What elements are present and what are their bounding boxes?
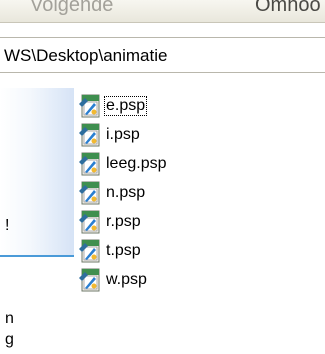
file-item[interactable]: leeg.psp [79,151,169,177]
task-pane-text-fragment: n [5,310,14,327]
file-item[interactable]: t.psp [79,238,169,264]
file-name: i.psp [106,126,140,143]
file-item[interactable]: e.psp [79,93,169,119]
psp-file-icon [79,239,100,263]
psp-file-icon [79,210,100,234]
forward-button[interactable]: Volgende [30,0,113,17]
task-pane-box [0,88,74,256]
file-item[interactable]: r.psp [79,209,169,235]
file-name: w.psp [106,271,147,288]
psp-file-icon [79,181,100,205]
file-item[interactable]: i.psp [79,122,169,148]
task-pane-text-fragment: ! [5,217,10,234]
file-name: t.psp [106,242,141,259]
psp-file-icon [79,268,100,292]
task-pane: ! n g [0,88,74,354]
file-name: e.psp [104,96,148,116]
file-name: n.psp [106,184,146,201]
task-pane-text-fragment: g [5,331,14,348]
address-bar[interactable]: WS\Desktop\animatie [0,37,325,73]
file-item[interactable]: n.psp [79,180,169,206]
up-button[interactable]: Omhoo [255,0,321,17]
file-list: e.psp i.psp leeg.psp n.psp r.psp t.psp w… [79,93,169,296]
address-path[interactable]: WS\Desktop\animatie [4,46,167,66]
file-name: leeg.psp [106,155,167,172]
psp-file-icon [79,123,100,147]
toolbar: Volgende Omhoo [0,0,325,23]
task-pane-divider [0,255,74,257]
psp-file-icon [79,94,100,118]
file-item[interactable]: w.psp [79,267,169,293]
file-name: r.psp [106,213,141,230]
psp-file-icon [79,152,100,176]
